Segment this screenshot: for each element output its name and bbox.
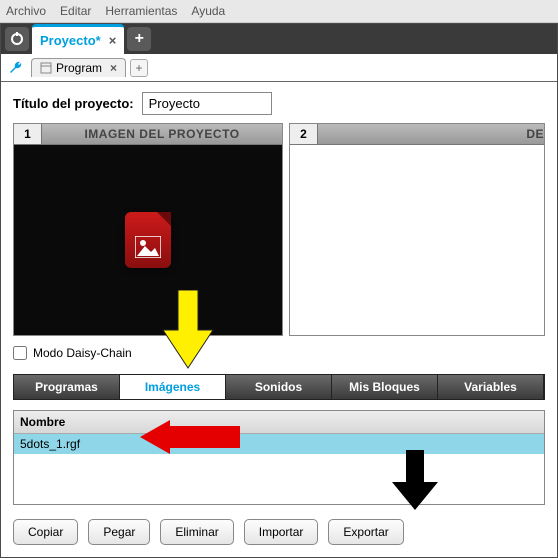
panel-header: 1 IMAGEN DEL PROYECTO (14, 124, 282, 145)
menu-ayuda[interactable]: Ayuda (191, 4, 225, 18)
project-title-row: Título del proyecto: (13, 92, 545, 115)
action-buttons: Copiar Pegar Eliminar Importar Exportar (13, 519, 545, 549)
panel-number: 1 (14, 124, 42, 144)
daisy-chain-checkbox[interactable] (13, 346, 27, 360)
project-properties: Título del proyecto: 1 IMAGEN DEL PROYEC… (1, 82, 557, 557)
panel-title: IMAGEN DEL PROYECTO (42, 124, 282, 144)
menubar: Archivo Editar Herramientas Ayuda (0, 0, 558, 23)
export-button[interactable]: Exportar (328, 519, 403, 545)
program-tab[interactable]: Program × (31, 58, 126, 77)
daisy-chain-row: Modo Daisy-Chain (13, 346, 545, 360)
menu-editar[interactable]: Editar (60, 4, 91, 18)
list-item[interactable]: 5dots_1.rgf (14, 434, 544, 454)
project-tab[interactable]: Proyecto* × (32, 24, 124, 54)
panels: 1 IMAGEN DEL PROYECTO 2 DE (13, 123, 545, 336)
daisy-chain-label: Modo Daisy-Chain (33, 346, 132, 360)
tab-variables[interactable]: Variables (438, 375, 544, 399)
tab-programas[interactable]: Programas (14, 375, 120, 399)
paste-button[interactable]: Pegar (88, 519, 150, 545)
project-title-input[interactable] (142, 92, 272, 115)
menu-herramientas[interactable]: Herramientas (105, 4, 177, 18)
copy-button[interactable]: Copiar (13, 519, 78, 545)
project-tab-label: Proyecto* (40, 33, 101, 48)
program-tab-label: Program (56, 61, 102, 75)
tab-mis-bloques[interactable]: Mis Bloques (332, 375, 438, 399)
close-icon[interactable]: × (110, 61, 117, 75)
new-project-button[interactable]: + (127, 27, 151, 51)
new-program-button[interactable]: + (130, 59, 148, 77)
panel-project-image: 1 IMAGEN DEL PROYECTO (13, 123, 283, 336)
app-frame: Proyecto* × + Program × + Título del pro… (0, 23, 558, 558)
program-tab-row: Program × + (1, 54, 557, 82)
import-button[interactable]: Importar (244, 519, 319, 545)
list-header-nombre[interactable]: Nombre (14, 411, 544, 434)
tab-imagenes[interactable]: Imágenes (120, 375, 226, 399)
resource-tabs: Programas Imágenes Sonidos Mis Bloques V… (13, 374, 545, 400)
list-empty-area[interactable] (14, 454, 544, 504)
panel-title: DE (318, 124, 544, 144)
panel-description: 2 DE (289, 123, 545, 336)
resource-list: Nombre 5dots_1.rgf (13, 410, 545, 505)
image-placeholder-icon (125, 212, 171, 268)
project-tab-row: Proyecto* × + (1, 24, 557, 54)
panel-number: 2 (290, 124, 318, 144)
project-title-label: Título del proyecto: (13, 96, 134, 111)
brick-icon[interactable] (5, 27, 29, 51)
tab-sonidos[interactable]: Sonidos (226, 375, 332, 399)
program-icon (40, 62, 52, 74)
menu-archivo[interactable]: Archivo (6, 4, 46, 18)
description-area[interactable] (290, 145, 544, 335)
panel-header: 2 DE (290, 124, 544, 145)
wrench-icon[interactable] (5, 58, 27, 78)
project-image-area[interactable] (14, 145, 282, 335)
close-icon[interactable]: × (109, 33, 117, 48)
delete-button[interactable]: Eliminar (160, 519, 233, 545)
